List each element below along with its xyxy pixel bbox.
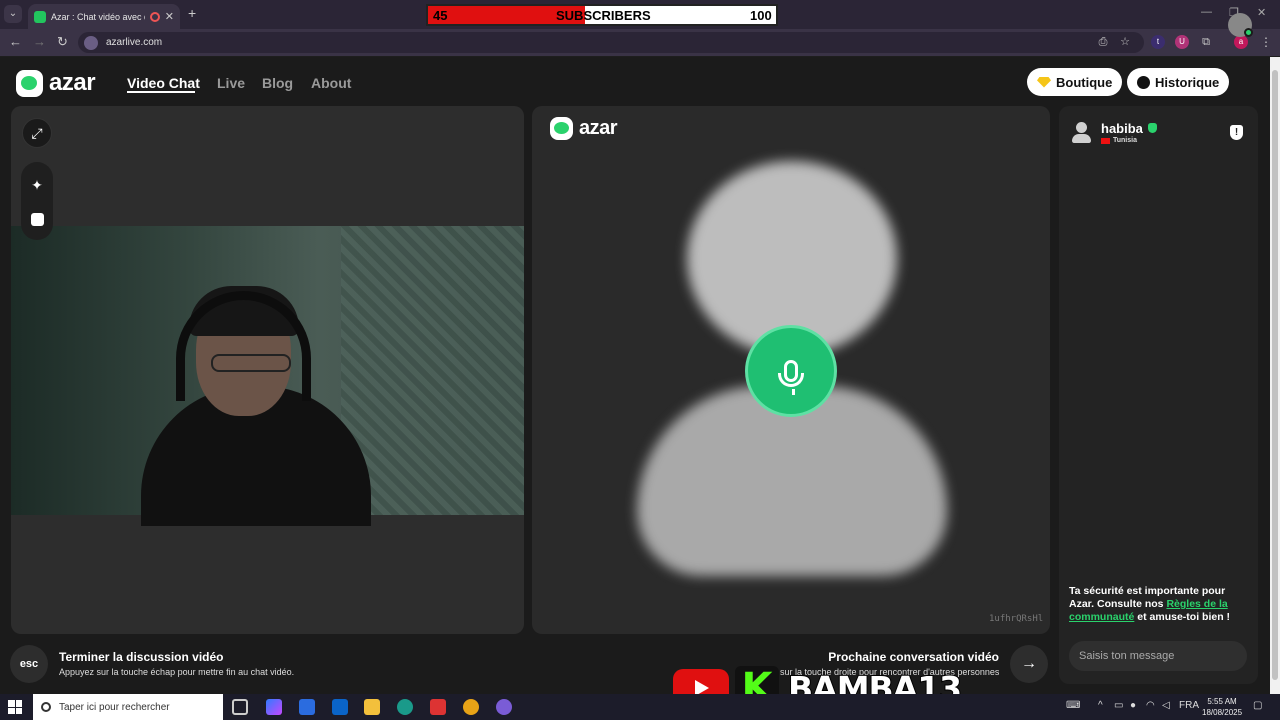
partner-video-panel: azar 1ufhrQRsHl [532, 106, 1050, 634]
subscriber-current: 45 [433, 8, 448, 23]
historique-label: Historique [1155, 74, 1220, 90]
network-icon[interactable]: ▭ [1114, 700, 1123, 711]
azar-logo-text: azar [49, 69, 96, 96]
chat-panel: habiba Tunisia ! Ta sécurité est importa… [1059, 106, 1258, 684]
self-camera-feed [11, 226, 524, 526]
forward-icon[interactable]: → [33, 34, 46, 49]
keyboard-icon[interactable]: ⌨ [1066, 700, 1080, 711]
partner-country: Tunisia [1113, 137, 1137, 144]
boutique-label: Boutique [1056, 74, 1113, 90]
partner-name[interactable]: habiba [1101, 121, 1143, 136]
tab-title: Azar : Chat vidéo avec de n [51, 11, 145, 22]
copilot-icon[interactable] [266, 699, 282, 715]
profile-icon[interactable]: a [1234, 35, 1248, 49]
microphone-icon [778, 360, 804, 395]
tray-overflow-icon[interactable]: ^ [1098, 700, 1103, 711]
nav-about[interactable]: About [311, 75, 351, 91]
chat-message-input[interactable] [1069, 641, 1247, 671]
discord-icon[interactable] [496, 699, 512, 715]
nav-video-chat[interactable]: Video Chat [127, 75, 200, 91]
self-video-panel [11, 106, 524, 634]
install-app-icon[interactable]: ⎙ [1096, 35, 1110, 49]
sparkle-icon[interactable]: ✦ [22, 170, 52, 200]
taskbar-date: 18/08/2025 [1202, 708, 1243, 717]
site-info-icon[interactable] [84, 35, 98, 50]
azar-logo-icon [16, 69, 43, 97]
new-tab-button[interactable]: + [188, 5, 196, 21]
partner-avatar-icon [1071, 122, 1091, 144]
language-indicator[interactable]: FRA [1179, 700, 1199, 711]
clock-icon [1137, 75, 1150, 89]
report-shield-icon[interactable]: ! [1230, 125, 1243, 140]
tunisia-flag-icon [1101, 138, 1110, 144]
windows-taskbar: Taper ici pour rechercher ⌨ ^ ▭ ● ◠ ◁ FR… [0, 694, 1280, 720]
taskbar-search-text: Taper ici pour rechercher [59, 701, 170, 713]
tray-mic-icon[interactable]: ● [1130, 700, 1136, 711]
historique-button[interactable]: Historique [1127, 68, 1230, 96]
boutique-button[interactable]: Boutique [1027, 68, 1123, 96]
search-icon [41, 702, 51, 712]
partner-video-logo: azar [550, 117, 618, 140]
end-chat-title: Terminer la discussion vidéo [59, 650, 224, 664]
page-scrollbar-thumb[interactable] [1272, 70, 1278, 680]
subscriber-label: SUBSCRIBERS [556, 8, 651, 23]
arrow-right-icon[interactable]: → [1010, 645, 1048, 683]
back-icon[interactable]: ← [9, 34, 22, 49]
store-icon[interactable] [299, 699, 315, 715]
microphone-button[interactable] [745, 325, 837, 417]
extensions-puzzle-icon[interactable]: ⧉ [1199, 35, 1213, 49]
wifi-icon[interactable]: ◠ [1146, 700, 1155, 711]
extension-t-icon[interactable]: t [1151, 35, 1165, 49]
file-explorer-icon[interactable] [364, 699, 380, 715]
reload-icon[interactable]: ↻ [57, 34, 68, 50]
chrome-icon[interactable] [463, 699, 479, 715]
verified-badge-icon [1148, 123, 1157, 133]
diamond-icon [1037, 76, 1051, 88]
browser-menu-icon[interactable]: ⋮ [1259, 35, 1273, 49]
next-chat-title: Prochaine conversation vidéo [828, 650, 999, 664]
bookmark-star-icon[interactable]: ☆ [1118, 35, 1132, 49]
browser-tab[interactable]: Azar : Chat vidéo avec de n ✕ [28, 4, 180, 29]
nav-live[interactable]: Live [217, 75, 245, 91]
notification-icon[interactable]: ▢ [1253, 700, 1262, 711]
partner-logo-text: azar [579, 117, 618, 139]
subscriber-goal-bar: 45 SUBSCRIBERS 100 [426, 4, 778, 26]
address-bar[interactable]: azarlive.com [78, 32, 1144, 53]
peer-id: 1ufhrQRsHl [989, 614, 1044, 624]
volume-icon[interactable]: ◁ [1162, 700, 1170, 711]
taskbar-search[interactable]: Taper ici pour rechercher [33, 694, 223, 720]
end-chat-button[interactable]: esc [10, 645, 48, 683]
nav-active-underline [127, 91, 195, 93]
safety-notice: Ta sécurité est importante pour Azar. Co… [1069, 585, 1231, 623]
window-close-icon[interactable]: ✕ [1257, 6, 1266, 19]
taskbar-time: 5:55 AM [1207, 697, 1237, 706]
minimize-icon[interactable]: — [1201, 6, 1212, 18]
online-status-dot [1244, 28, 1253, 37]
url-text: azarlive.com [106, 37, 163, 48]
subscriber-goal: 100 [750, 8, 772, 23]
end-chat-hint: Appuyez sur la touche échap pour mettre … [59, 667, 295, 677]
task-view-icon[interactable] [232, 699, 248, 715]
tab-search-button[interactable]: ⌄ [4, 5, 22, 23]
azar-favicon-icon [34, 10, 46, 23]
nav-blog[interactable]: Blog [262, 75, 293, 91]
extension-u-icon[interactable]: U [1175, 35, 1189, 49]
face-filter-icon[interactable] [22, 204, 52, 234]
azar-logo-icon [550, 117, 573, 140]
tab-close-button[interactable]: ✕ [165, 10, 174, 23]
recording-icon [149, 11, 160, 22]
taskbar-clock[interactable]: 5:55 AM 18/08/2025 [1202, 696, 1242, 718]
browser-toolbar: ← → ↻ azarlive.com ⎙ ☆ t U ⧉ a ⋮ [0, 29, 1280, 56]
glasses [211, 354, 291, 372]
expand-icon[interactable]: ⤢ [22, 118, 52, 148]
azar-logo[interactable]: azar [16, 69, 96, 97]
windows-start-icon[interactable] [8, 700, 22, 714]
active-app-icon[interactable] [430, 699, 446, 715]
edge-icon[interactable] [397, 699, 413, 715]
outlook-icon[interactable] [332, 699, 348, 715]
